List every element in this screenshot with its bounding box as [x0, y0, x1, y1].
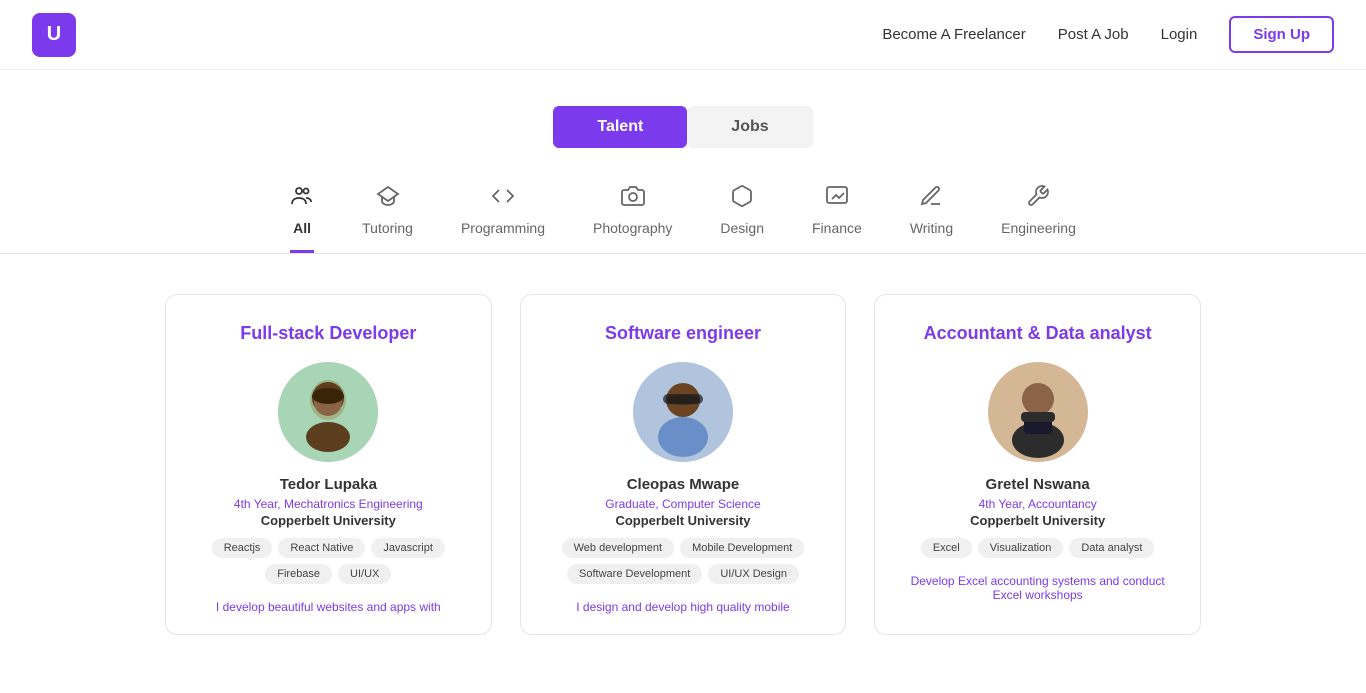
tag: UI/UX — [338, 564, 391, 584]
avatar-2 — [988, 362, 1088, 462]
writing-icon — [919, 184, 943, 214]
category-photography-label: Photography — [593, 220, 672, 236]
talent-tab[interactable]: Talent — [553, 106, 687, 148]
category-photography[interactable]: Photography — [593, 184, 672, 253]
person-uni-1: Copperbelt University — [615, 513, 750, 528]
signup-button[interactable]: Sign Up — [1229, 16, 1334, 53]
person-name-0: Tedor Lupaka — [280, 476, 377, 493]
card-title-1: Software engineer — [605, 323, 761, 344]
tags-0: Reactjs React Native Javascript Firebase… — [190, 538, 467, 584]
category-programming[interactable]: Programming — [461, 184, 545, 253]
jobs-tab[interactable]: Jobs — [687, 106, 812, 148]
card-fullstack: Full-stack Developer Tedor Lupaka 4th Ye… — [165, 294, 492, 635]
photography-icon — [621, 184, 645, 214]
category-tutoring-label: Tutoring — [362, 220, 413, 236]
login-link[interactable]: Login — [1161, 26, 1198, 43]
tab-section: Talent Jobs — [0, 70, 1366, 168]
tag: Firebase — [265, 564, 332, 584]
tags-1: Web development Mobile Development Softw… — [545, 538, 822, 584]
tag: Web development — [562, 538, 674, 558]
category-engineering[interactable]: Engineering — [1001, 184, 1076, 253]
category-programming-label: Programming — [461, 220, 545, 236]
card-desc-1: I design and develop high quality mobile — [576, 600, 789, 614]
person-sub-2: 4th Year, Accountancy — [979, 497, 1097, 511]
tag: Software Development — [567, 564, 702, 584]
header: U Become A Freelancer Post A Job Login S… — [0, 0, 1366, 70]
person-sub-1: Graduate, Computer Science — [605, 497, 760, 511]
category-all[interactable]: All — [290, 184, 314, 253]
category-engineering-label: Engineering — [1001, 220, 1076, 236]
category-all-label: All — [293, 220, 311, 236]
category-design[interactable]: Design — [720, 184, 764, 253]
card-desc-0: I develop beautiful websites and apps wi… — [216, 600, 441, 614]
category-finance-label: Finance — [812, 220, 862, 236]
freelancer-cards: Full-stack Developer Tedor Lupaka 4th Ye… — [133, 278, 1233, 651]
category-design-label: Design — [720, 220, 764, 236]
person-uni-0: Copperbelt University — [261, 513, 396, 528]
finance-icon — [825, 184, 849, 214]
card-title-2: Accountant & Data analyst — [924, 323, 1152, 344]
category-nav: All Tutoring Programming Photography — [0, 168, 1366, 254]
card-desc-2: Develop Excel accounting systems and con… — [899, 574, 1176, 602]
tag: Javascript — [371, 538, 445, 558]
category-tutoring[interactable]: Tutoring — [362, 184, 413, 253]
person-sub-0: 4th Year, Mechatronics Engineering — [234, 497, 423, 511]
tag: React Native — [278, 538, 365, 558]
tag: UI/UX Design — [708, 564, 799, 584]
post-job-link[interactable]: Post A Job — [1058, 26, 1129, 43]
become-freelancer-link[interactable]: Become A Freelancer — [882, 26, 1025, 43]
design-icon — [730, 184, 754, 214]
engineering-icon — [1026, 184, 1050, 214]
avatar-1 — [633, 362, 733, 462]
avatar-0 — [278, 362, 378, 462]
person-uni-2: Copperbelt University — [970, 513, 1105, 528]
category-finance[interactable]: Finance — [812, 184, 862, 253]
card-title-0: Full-stack Developer — [240, 323, 416, 344]
tag: Excel — [921, 538, 972, 558]
card-software: Software engineer Cleopas Mwape Graduate… — [520, 294, 847, 635]
person-name-2: Gretel Nswana — [986, 476, 1090, 493]
category-writing[interactable]: Writing — [910, 184, 953, 253]
card-accountant: Accountant & Data analyst Gretel Nswana … — [874, 294, 1201, 635]
person-name-1: Cleopas Mwape — [627, 476, 740, 493]
category-writing-label: Writing — [910, 220, 953, 236]
tag: Mobile Development — [680, 538, 804, 558]
tutoring-icon — [376, 184, 400, 214]
tag: Data analyst — [1069, 538, 1154, 558]
tag: Reactjs — [212, 538, 273, 558]
logo[interactable]: U — [32, 13, 76, 57]
tag: Visualization — [978, 538, 1064, 558]
tags-2: Excel Visualization Data analyst — [921, 538, 1155, 558]
programming-icon — [491, 184, 515, 214]
main-nav: Become A Freelancer Post A Job Login Sig… — [882, 16, 1334, 53]
all-icon — [290, 184, 314, 214]
